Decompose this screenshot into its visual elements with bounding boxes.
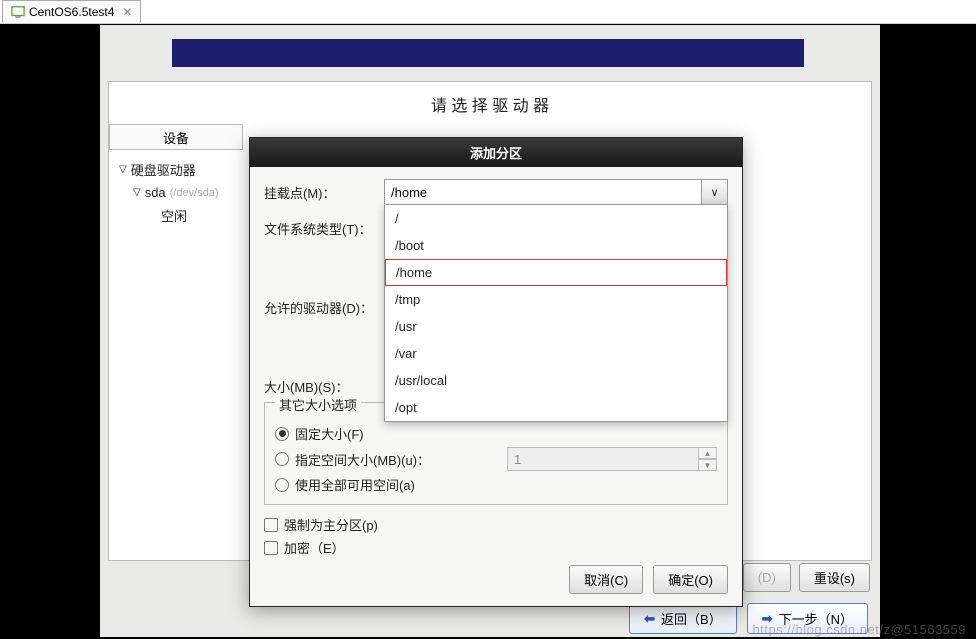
mount-dropdown-list: //boot/home/tmp/usr/var/usr/local/opt <box>384 204 728 422</box>
mount-option[interactable]: /opt <box>385 394 727 421</box>
dialog-title: 添加分区 <box>250 138 742 167</box>
fstype-label: 文件系统类型(T)： <box>264 215 384 238</box>
top-blue-bar <box>172 39 804 67</box>
vm-frame: 请 选 择 驱 动 器 设备 ▽ 硬盘驱动器 ▽ sda (/dev/sda) <box>0 24 976 639</box>
card-heading: 请 选 择 驱 动 器 <box>109 82 871 124</box>
tree-root[interactable]: ▽ 硬盘驱动器 <box>119 160 243 179</box>
chevron-down-icon: ∨ <box>710 186 718 199</box>
next-button[interactable]: ➡ 下一步（N） <box>747 603 868 634</box>
size-label: 大小(MB)(S)： <box>264 373 384 396</box>
back-button[interactable]: ⬅ 返回（B） <box>629 603 737 634</box>
encrypt-checkbox[interactable] <box>264 541 278 555</box>
spin-up-icon: ▲ <box>699 447 717 459</box>
tree-free-label: 空闲 <box>161 206 187 225</box>
ok-button[interactable]: 确定(O) <box>653 565 728 594</box>
encrypt-label: 加密（E） <box>284 538 345 557</box>
card-bottom-buttons: (D) 重设(s) <box>743 563 870 592</box>
vm-icon <box>11 5 25 19</box>
outer-tab-strip: CentOS6.5test4 ✕ <box>0 0 976 24</box>
primary-checkbox[interactable] <box>264 518 278 532</box>
vm-tab[interactable]: CentOS6.5test4 ✕ <box>2 0 141 23</box>
size-spinner: ▲ ▼ <box>507 447 717 471</box>
mount-option[interactable]: /var <box>385 340 727 367</box>
tree-free[interactable]: 空闲 <box>161 206 243 225</box>
tree-disk[interactable]: ▽ sda (/dev/sda) <box>133 185 243 200</box>
mount-option[interactable]: /tmp <box>385 286 727 313</box>
radio-fixed[interactable] <box>275 427 289 441</box>
mount-option[interactable]: / <box>385 205 727 232</box>
device-tree: ▽ 硬盘驱动器 ▽ sda (/dev/sda) 空闲 <box>109 150 243 225</box>
arrow-left-icon: ⬅ <box>644 611 655 627</box>
size-spin-input <box>507 447 699 471</box>
mount-label: 挂载点(M)： <box>264 179 384 202</box>
vm-tab-label: CentOS6.5test4 <box>29 5 114 19</box>
tree-disk-label: sda <box>145 185 166 200</box>
tree-disk-path: (/dev/sda) <box>170 187 219 199</box>
radio-upto-label: 指定空间大小(MB)(u)： <box>295 450 430 469</box>
radio-all-row[interactable]: 使用全部可用空间(a) <box>275 475 717 494</box>
wizard-nav: ⬅ 返回（B） ➡ 下一步（N） <box>629 603 868 634</box>
drives-label: 允许的驱动器(D)： <box>264 294 384 317</box>
radio-fixed-row[interactable]: 固定大小(F) <box>275 424 717 443</box>
tree-root-label: 硬盘驱动器 <box>131 160 196 179</box>
arrow-right-icon: ➡ <box>762 611 773 627</box>
next-label: 下一步（N） <box>779 609 853 628</box>
radio-upto[interactable] <box>275 452 289 466</box>
encrypt-check-row[interactable]: 加密（E） <box>264 538 728 557</box>
close-icon[interactable]: ✕ <box>122 5 132 19</box>
mount-option[interactable]: /usr/local <box>385 367 727 394</box>
collapse-icon[interactable]: ▽ <box>119 164 127 175</box>
back-label: 返回（B） <box>661 609 722 628</box>
add-partition-dialog: 添加分区 挂载点(M)： ∨ //boot/home/tmp/usr/var/u… <box>249 137 743 607</box>
collapse-icon[interactable]: ▽ <box>133 187 141 198</box>
radio-fixed-label: 固定大小(F) <box>295 424 364 443</box>
mount-option[interactable]: /boot <box>385 232 727 259</box>
fieldset-legend: 其它大小选项 <box>275 395 361 414</box>
mount-option[interactable]: /usr <box>385 313 727 340</box>
tree-header[interactable]: 设备 <box>109 124 243 150</box>
mount-dropdown-button[interactable]: ∨ <box>702 179 728 205</box>
mount-option[interactable]: /home <box>385 259 727 286</box>
radio-all-label: 使用全部可用空间(a) <box>295 475 415 494</box>
radio-all[interactable] <box>275 478 289 492</box>
spin-down-icon: ▼ <box>699 459 717 471</box>
mount-point-input[interactable] <box>384 179 702 205</box>
cancel-button[interactable]: 取消(C) <box>569 565 643 594</box>
d-button: (D) <box>743 563 791 592</box>
primary-check-row[interactable]: 强制为主分区(p) <box>264 515 728 534</box>
primary-label: 强制为主分区(p) <box>284 515 378 534</box>
reset-button[interactable]: 重设(s) <box>799 563 870 592</box>
radio-upto-row[interactable]: 指定空间大小(MB)(u)： ▲ ▼ <box>275 447 717 471</box>
